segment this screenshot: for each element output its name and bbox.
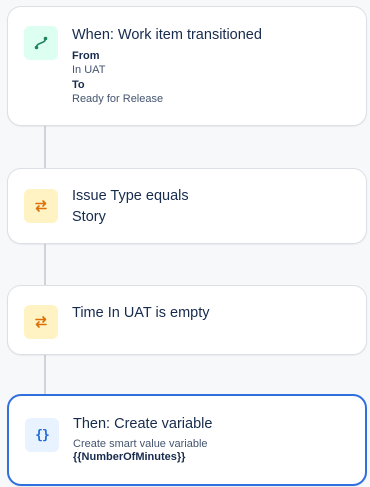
action-description: Create smart value variable [73,438,208,450]
trigger-card[interactable]: When: Work item transitioned From In UAT… [7,6,367,126]
branch-flow-icon [24,26,58,60]
trigger-title: When: Work item transitioned [72,27,262,43]
action-variable-name: {{NumberOfMinutes}} [73,451,186,463]
condition-card-time-in-uat[interactable]: Time In UAT is empty [7,285,367,355]
swap-arrows-icon [24,189,58,223]
action-card-create-variable[interactable]: {} Then: Create variable Create smart va… [7,394,367,486]
curly-braces-glyph: {} [35,427,50,443]
trigger-to-value: Ready for Release [72,93,164,105]
condition-card-issue-type[interactable]: Issue Type equals Story [7,168,367,244]
condition-issue-type-title: Issue Type equals [72,188,189,204]
condition-issue-type-value: Story [72,209,106,225]
flow-connector-1 [44,125,46,168]
trigger-from-label: From [72,50,100,62]
condition-time-in-uat-title: Time In UAT is empty [72,305,210,321]
trigger-from-value: In UAT [72,64,106,76]
trigger-to-label: To [72,79,85,91]
flow-connector-2 [44,243,46,285]
flow-connector-3 [44,354,46,394]
automation-rule-canvas: When: Work item transitioned From In UAT… [0,0,370,487]
swap-arrows-icon [24,305,58,339]
curly-braces-icon: {} [25,418,59,452]
action-title: Then: Create variable [73,416,213,432]
